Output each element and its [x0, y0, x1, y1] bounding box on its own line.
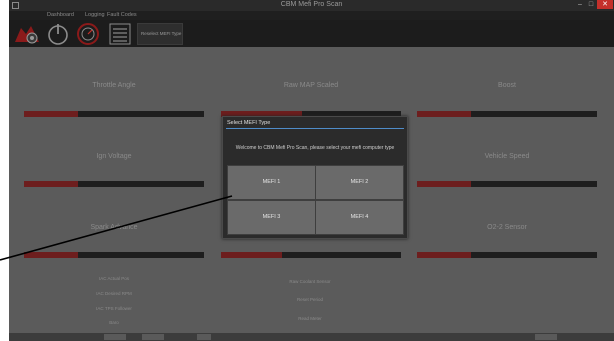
gauge-bar-spark-advance	[24, 252, 204, 258]
gauge-bar-o2-2-sensor	[417, 252, 597, 258]
titlebar: CBM Mefi Pro Scan – □ ✕	[9, 0, 614, 11]
gauge-bar-center-row3	[221, 252, 401, 258]
gauge-fill	[24, 181, 78, 187]
window-title: CBM Mefi Pro Scan	[280, 1, 343, 8]
gauge-fill	[24, 111, 78, 117]
mefi-2-button[interactable]: MEFI 2	[315, 165, 404, 200]
taskbar-item[interactable]	[104, 334, 126, 340]
taskbar	[9, 333, 614, 341]
gauge-fill	[417, 252, 471, 258]
indicator-read-meter: Read Meter	[298, 316, 322, 321]
close-button[interactable]: ✕	[597, 0, 613, 9]
select-mefi-dialog: Select MEFI Type Welcome to CBM Mefi Pro…	[222, 116, 408, 239]
mefi-3-button[interactable]: MEFI 3	[227, 200, 316, 235]
maximize-button[interactable]: □	[586, 0, 596, 9]
reselect-mefi-button[interactable]: Reselect MEFI Type	[137, 23, 183, 45]
menu-dashboard[interactable]: Dashboard	[47, 12, 74, 18]
power-icon[interactable]	[45, 22, 71, 46]
gauge-label-throttle-angle: Throttle Angle	[92, 82, 136, 89]
gauge-label-o2-2-sensor: O2-2 Sensor	[487, 224, 527, 231]
gauge-fill	[24, 252, 78, 258]
gauge-label-boost: Boost	[498, 82, 516, 89]
mefi-1-button[interactable]: MEFI 1	[227, 165, 316, 200]
dialog-message: Welcome to CBM Mefi Pro Scan, please sel…	[235, 145, 395, 151]
gauge-label-raw-map-scaled: Raw MAP Scaled	[283, 82, 339, 89]
toolbar: Reselect MEFI Type	[9, 20, 614, 47]
app-window: CBM Mefi Pro Scan – □ ✕ Dashboard Loggin…	[9, 0, 614, 341]
taskbar-item[interactable]	[197, 334, 211, 340]
gauge-bar-throttle-angle	[24, 111, 204, 117]
indicator-raw-coolant-sensor: Raw Coolant Sensor	[289, 279, 331, 284]
gauge-bar-ign-voltage	[24, 181, 204, 187]
logo	[12, 22, 42, 46]
taskbar-item[interactable]	[142, 334, 164, 340]
gauge-fill	[417, 111, 471, 117]
indicator-iac-desired-rpm: IAC Desired RPM	[96, 291, 132, 296]
dialog-title: Select MEFI Type	[227, 120, 271, 126]
mefi-4-button[interactable]: MEFI 4	[315, 200, 404, 235]
dialog-divider	[226, 128, 404, 129]
gauge-fill	[417, 181, 471, 187]
indicator-reset-period: Reset Period	[296, 297, 323, 302]
gauge-label-ign-voltage: Ign Voltage	[96, 153, 132, 160]
indicator-baro: Baro	[109, 320, 119, 325]
minimize-button[interactable]: –	[575, 0, 585, 9]
gauge-bar-boost	[417, 111, 597, 117]
menu-logging[interactable]: Logging	[85, 12, 105, 18]
gauge-label-spark-advance: Spark Advance	[90, 224, 138, 231]
engine-gauge-icon[interactable]	[75, 22, 101, 46]
gauge-bar-vehicle-speed	[417, 181, 597, 187]
menu-lines-icon[interactable]	[107, 22, 133, 46]
gauge-fill	[221, 252, 283, 258]
indicator-iac-tps-follower: IAC TPS Follower	[96, 306, 132, 311]
menu-fault-codes[interactable]: Fault Codes	[107, 12, 137, 18]
indicator-iac-actual-pos: IAC Actual Pos	[98, 276, 129, 281]
gauge-label-vehicle-speed: Vehicle Speed	[484, 153, 530, 160]
taskbar-item[interactable]	[535, 334, 557, 340]
menubar: Dashboard Logging Fault Codes	[9, 11, 614, 20]
